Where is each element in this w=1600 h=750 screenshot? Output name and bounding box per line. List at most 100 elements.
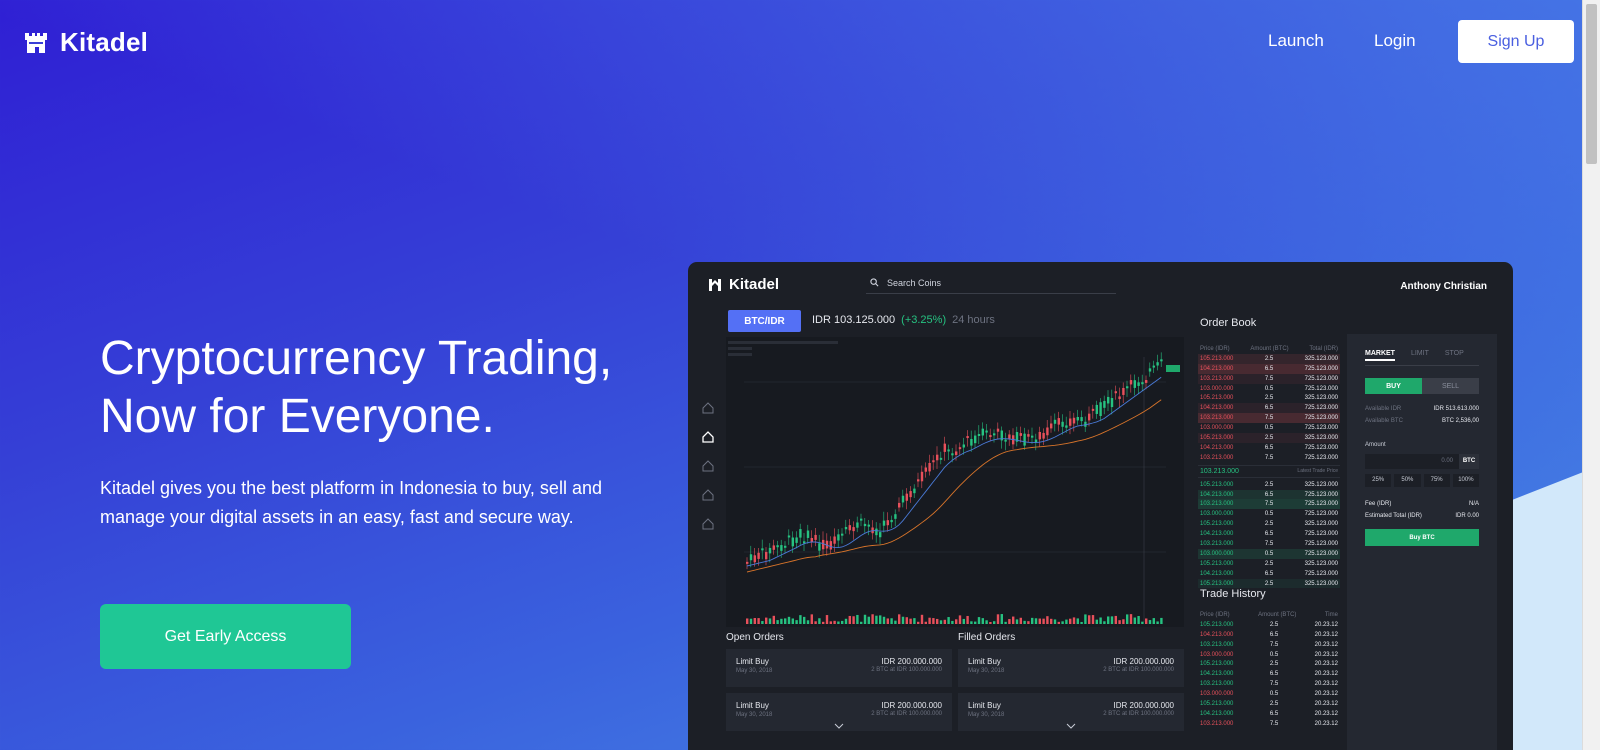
order-row[interactable]: 105.213.000 2.5 325.123.000 (1198, 578, 1340, 589)
order-row[interactable]: 105.213.000 2.5 325.123.000 (1198, 433, 1340, 443)
order-row[interactable]: 103.000.000 0.5 20.23.12 (1198, 689, 1340, 699)
order-row[interactable]: 103.000.000 0.5 725.123.000 (1198, 423, 1340, 433)
row-price: 104.213.000 (1200, 405, 1234, 412)
volume-bar (1053, 619, 1057, 624)
row-price: 103.213.000 (1200, 540, 1234, 547)
sign-up-button[interactable]: Sign Up (1458, 20, 1574, 63)
chevron-down-icon[interactable] (1066, 723, 1076, 729)
candle-body (1110, 398, 1114, 408)
open-orders-title: Open Orders (726, 632, 784, 643)
order-row[interactable]: 103.000.000 0.5 725.123.000 (1198, 548, 1340, 559)
nav-login-link[interactable]: Login (1374, 31, 1416, 51)
buy-toggle[interactable]: BUY (1365, 378, 1422, 394)
volume-bar (928, 617, 931, 624)
price-candlestick-chart[interactable] (726, 337, 1184, 627)
row-total: 20.23.12 (1314, 691, 1338, 698)
order-row[interactable]: 104.213.000 6.5 20.23.12 (1198, 709, 1340, 719)
order-row[interactable]: 105.213.000 2.5 325.123.000 (1198, 480, 1340, 490)
tab-limit[interactable]: LIMIT (1411, 350, 1429, 361)
buy-btc-button[interactable]: Buy BTC (1365, 529, 1479, 546)
scrollbar-thumb[interactable] (1586, 4, 1597, 164)
percent-50-button[interactable]: 50% (1394, 474, 1421, 487)
order-row[interactable]: 104.213.000 6.5 725.123.000 (1198, 443, 1340, 453)
dashboard-search-input[interactable]: Search Coins (866, 272, 1116, 294)
page-scrollbar[interactable] (1582, 0, 1600, 750)
order-row[interactable]: 104.213.000 6.5 725.123.000 (1198, 489, 1340, 500)
open-order-item[interactable]: Limit Buy May 30, 2018 IDR 200.000.000 2… (726, 649, 952, 687)
home-icon[interactable] (702, 518, 714, 530)
candle-body (746, 561, 749, 564)
brand-logo[interactable]: Kitadel (24, 27, 148, 58)
header-price: Price (IDR) (1200, 345, 1230, 352)
order-row[interactable]: 103.213.000 7.5 725.123.000 (1198, 373, 1340, 384)
order-row[interactable]: 105.213.000 2.5 325.123.000 (1198, 519, 1340, 529)
row-price: 105.213.000 (1200, 434, 1234, 441)
order-row[interactable]: 105.213.000 2.5 325.123.000 (1198, 559, 1340, 569)
order-row[interactable]: 103.213.000 7.5 725.123.000 (1198, 453, 1340, 463)
order-row[interactable]: 104.213.000 6.5 725.123.000 (1198, 529, 1340, 539)
home-icon-active[interactable] (702, 431, 714, 443)
candle-body (768, 547, 772, 554)
percent-25-button[interactable]: 25% (1365, 474, 1392, 487)
candle-body (1118, 396, 1121, 400)
order-row[interactable]: 103.213.000 7.5 20.23.12 (1198, 719, 1340, 729)
volume-bar (776, 620, 779, 624)
order-row[interactable]: 103.213.000 7.5 725.123.000 (1198, 499, 1340, 510)
tab-stop[interactable]: STOP (1445, 350, 1464, 361)
percent-75-button[interactable]: 75% (1423, 474, 1450, 487)
order-row[interactable]: 104.213.000 6.5 725.123.000 (1198, 363, 1340, 374)
order-row[interactable]: 104.213.000 6.5 20.23.12 (1198, 630, 1340, 640)
order-row[interactable]: 105.213.000 2.5 20.23.12 (1198, 620, 1340, 630)
volume-bar (799, 615, 802, 624)
candle-body (939, 457, 943, 460)
volume-bar (1046, 616, 1049, 624)
order-row[interactable]: 105.213.000 2.5 325.123.000 (1198, 353, 1340, 364)
order-row[interactable]: 103.213.000 7.5 20.23.12 (1198, 679, 1340, 689)
candle-body (1088, 413, 1091, 421)
chevron-down-icon[interactable] (834, 723, 844, 729)
volume-bar (852, 616, 855, 624)
order-row[interactable]: 103.000.000 0.5 725.123.000 (1198, 384, 1340, 394)
price-ticker: IDR 103.125.000 (+3.25%) 24 hours (812, 314, 995, 326)
order-row[interactable]: 105.213.000 2.5 325.123.000 (1198, 393, 1340, 403)
home-icon[interactable] (702, 489, 714, 501)
home-icon[interactable] (702, 460, 714, 472)
order-type-tabs: MARKET LIMIT STOP (1365, 350, 1479, 366)
order-row[interactable]: 103.000.000 0.5 20.23.12 (1198, 650, 1340, 660)
dashboard-user-name[interactable]: Anthony Christian (1400, 281, 1487, 292)
filled-orders-title: Filled Orders (958, 632, 1016, 643)
volume-bar (1137, 615, 1140, 624)
get-early-access-button[interactable]: Get Early Access (100, 604, 351, 669)
trade-history-rows: 105.213.000 2.5 20.23.12 104.213.000 6.5 20.2… (1198, 620, 1340, 729)
order-row[interactable]: 104.213.000 6.5 20.23.12 (1198, 669, 1340, 679)
filled-order-item[interactable]: Limit Buy May 30, 2018 IDR 200.000.000 2… (958, 693, 1184, 731)
order-row[interactable]: 103.213.000 7.5 20.23.12 (1198, 640, 1340, 650)
volume-bar (879, 615, 882, 624)
amount-value[interactable]: 0.00 (1365, 454, 1459, 469)
percent-100-button[interactable]: 100% (1452, 474, 1479, 487)
order-row[interactable]: 103.213.000 7.5 725.123.000 (1198, 539, 1340, 549)
volume-bar (1148, 620, 1152, 624)
order-row[interactable]: 105.213.000 2.5 20.23.12 (1198, 659, 1340, 669)
candle-body (1057, 418, 1060, 425)
sell-toggle[interactable]: SELL (1422, 378, 1479, 394)
candle-body (814, 534, 817, 540)
order-row[interactable]: 105.213.000 2.5 20.23.12 (1198, 699, 1340, 709)
order-row[interactable]: 103.213.000 7.5 725.123.000 (1198, 413, 1340, 424)
order-row[interactable]: 104.213.000 6.5 725.123.000 (1198, 569, 1340, 579)
nav-launch-link[interactable]: Launch (1268, 31, 1324, 51)
order-row[interactable]: 104.213.000 6.5 725.123.000 (1198, 403, 1340, 414)
volume-bar (996, 614, 1000, 624)
amount-input[interactable]: 0.00 BTC (1365, 454, 1479, 469)
current-price-marker (1166, 365, 1180, 372)
filled-order-item[interactable]: Limit Buy May 30, 2018 IDR 200.000.000 2… (958, 649, 1184, 687)
open-order-item[interactable]: Limit Buy May 30, 2018 IDR 200.000.000 2… (726, 693, 952, 731)
candle-body (867, 524, 870, 527)
volume-bar (1088, 615, 1091, 624)
candle-body (833, 536, 836, 544)
order-row[interactable]: 103.000.000 0.5 725.123.000 (1198, 509, 1340, 519)
row-amount: 7.5 (1269, 641, 1279, 648)
home-icon[interactable] (702, 402, 714, 414)
pair-selector-button[interactable]: BTC/IDR (728, 310, 801, 332)
tab-market[interactable]: MARKET (1365, 350, 1395, 361)
